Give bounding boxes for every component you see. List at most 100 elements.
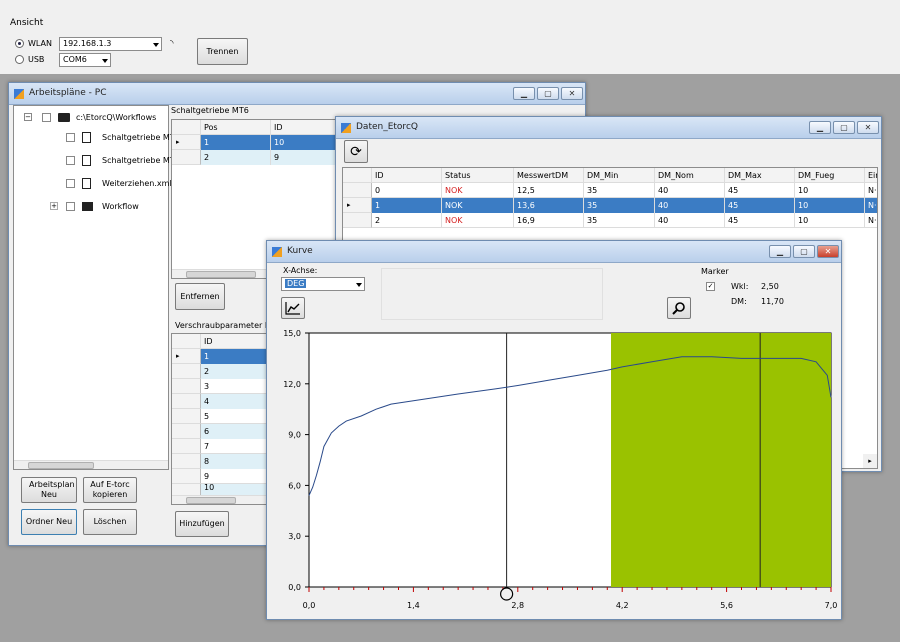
table-row[interactable]: 9 bbox=[172, 469, 280, 484]
minimize-button[interactable]: ▁ bbox=[809, 121, 831, 134]
x-tick-label: 1,4 bbox=[407, 601, 420, 610]
y-tick-label: 15,0 bbox=[283, 329, 301, 338]
table-row[interactable]: 4 bbox=[172, 394, 280, 409]
expand-icon[interactable]: + bbox=[50, 202, 58, 210]
y-tick-label: 3,0 bbox=[288, 532, 301, 541]
wlan-ip-combo[interactable]: 192.168.1.3 bbox=[59, 37, 162, 51]
usb-radio[interactable] bbox=[15, 55, 24, 64]
marker-label: Marker bbox=[701, 267, 729, 276]
y-tick-label: 12,0 bbox=[283, 380, 301, 389]
tree-root-label[interactable]: c:\EtorcQ\Workflows bbox=[76, 113, 156, 122]
root-checkbox[interactable] bbox=[42, 113, 51, 122]
grid-header: ID Status MesswertDM DM_Min DM_Nom DM_Ma… bbox=[343, 168, 877, 183]
column-header[interactable]: Pos bbox=[201, 120, 271, 135]
menu-ansicht[interactable]: Ansicht bbox=[10, 18, 43, 28]
column-header[interactable]: DM_Nom bbox=[655, 168, 725, 183]
scroll-right-icon[interactable]: ▸ bbox=[863, 454, 877, 468]
delete-button[interactable]: Löschen bbox=[83, 509, 137, 535]
column-header[interactable]: ID bbox=[372, 168, 442, 183]
close-button[interactable]: ✕ bbox=[817, 245, 839, 258]
y-tick-label: 9,0 bbox=[288, 431, 301, 440]
cell-id[interactable]: 9 bbox=[271, 150, 340, 165]
y-tick-label: 0,0 bbox=[288, 583, 301, 592]
table-row[interactable]: 5 bbox=[172, 409, 280, 424]
x-tick-label: 4,2 bbox=[616, 601, 629, 610]
folder-icon bbox=[82, 202, 93, 211]
wifi-icon: ◝ bbox=[170, 39, 174, 49]
table-row[interactable]: 7 bbox=[172, 439, 280, 454]
minimize-button[interactable]: ▁ bbox=[769, 245, 791, 258]
grid-hscroll[interactable] bbox=[172, 495, 280, 504]
column-header[interactable]: ID bbox=[271, 120, 340, 135]
column-header[interactable]: Ein bbox=[865, 168, 877, 183]
minimize-button[interactable]: ▁ bbox=[513, 87, 535, 100]
x-tick-label: 0,0 bbox=[303, 601, 316, 610]
window-title: Kurve bbox=[287, 246, 313, 256]
usb-port-combo[interactable]: COM6 bbox=[59, 53, 111, 67]
tree-item-workflow[interactable]: Workflow bbox=[102, 202, 139, 211]
table-row[interactable]: 6 bbox=[172, 424, 280, 439]
maximize-button[interactable]: ▢ bbox=[793, 245, 815, 258]
params-grid: ID ▸ 1 2 3 4 5 6 7 8 9 10 bbox=[171, 333, 281, 505]
marker-checkbox[interactable]: ✓ bbox=[706, 282, 715, 291]
table-row[interactable]: 3 bbox=[172, 379, 280, 394]
table-row[interactable]: 2 9 bbox=[172, 150, 340, 165]
cell-pos[interactable]: 1 bbox=[201, 135, 271, 150]
workflow-tree: − c:\EtorcQ\Workflows Schaltgetriebe MT6… bbox=[13, 105, 180, 470]
wkl-value: 2,50 bbox=[761, 282, 779, 291]
column-header[interactable]: MesswertDM bbox=[514, 168, 584, 183]
tree-item-weiterziehen[interactable]: Weiterziehen.xml bbox=[102, 179, 172, 188]
app-icon bbox=[14, 89, 24, 99]
column-header[interactable]: Status bbox=[442, 168, 514, 183]
remove-button[interactable]: Entfernen bbox=[175, 283, 225, 310]
cell-pos[interactable]: 2 bbox=[201, 150, 271, 165]
table-row[interactable]: 2 bbox=[172, 364, 280, 379]
wkl-label: Wkl: bbox=[731, 282, 749, 291]
add-button[interactable]: Hinzufügen bbox=[175, 511, 229, 537]
x-tick-label: 2,8 bbox=[511, 601, 524, 610]
column-header[interactable]: DM_Fueg bbox=[795, 168, 865, 183]
highlight-band bbox=[611, 333, 831, 587]
close-button[interactable]: ✕ bbox=[857, 121, 879, 134]
tree-checkbox-1[interactable] bbox=[66, 133, 75, 142]
x-tick-label: 7,0 bbox=[825, 601, 837, 610]
table-row[interactable]: 0 NOK 12,5 35 40 45 10 N·m bbox=[343, 183, 877, 198]
disconnect-button[interactable]: Trennen bbox=[197, 38, 248, 65]
table-row[interactable]: 8 bbox=[172, 454, 280, 469]
maximize-button[interactable]: ▢ bbox=[833, 121, 855, 134]
file-icon bbox=[82, 178, 91, 189]
daten-titlebar[interactable]: Daten_EtorcQ ▁ ▢ ✕ bbox=[336, 117, 881, 139]
table-row[interactable]: ▸ 1 NOK 13,6 35 40 45 10 N·m bbox=[343, 198, 877, 213]
wlan-radio[interactable] bbox=[15, 39, 24, 48]
close-button[interactable]: ✕ bbox=[561, 87, 583, 100]
group-label: Schaltgetriebe MT6 bbox=[171, 106, 249, 115]
x-tick-label: 5,6 bbox=[720, 601, 733, 610]
tree-checkbox-3[interactable] bbox=[66, 179, 75, 188]
new-plan-button[interactable]: Arbeitsplan Neu bbox=[21, 477, 77, 503]
column-header[interactable]: DM_Min bbox=[584, 168, 655, 183]
curve-chart[interactable]: 0,0 3,0 6,0 9,0 12,0 15,0 0,0 1,4 2,8 4,2 5,6 7,0 bbox=[271, 323, 837, 615]
maximize-button[interactable]: ▢ bbox=[537, 87, 559, 100]
magnifier-icon[interactable] bbox=[667, 297, 691, 319]
tree-item-mt6[interactable]: Schaltgetriebe MT6 bbox=[102, 133, 180, 142]
tree-item-mt8[interactable]: Schaltgetriebe MT8 bbox=[102, 156, 180, 165]
table-row[interactable]: 2 NOK 16,9 35 40 45 10 N·m bbox=[343, 213, 877, 228]
app-icon bbox=[341, 123, 351, 133]
refresh-icon[interactable]: ⟳ bbox=[344, 140, 368, 163]
tree-checkbox-2[interactable] bbox=[66, 156, 75, 165]
cell-id[interactable]: 10 bbox=[271, 135, 340, 150]
collapse-icon[interactable]: − bbox=[24, 113, 32, 121]
arbeitsplaene-titlebar[interactable]: Arbeitspläne - PC ▁ ▢ ✕ bbox=[9, 83, 585, 105]
tree-hscroll[interactable] bbox=[14, 460, 168, 469]
copy-to-etorc-button[interactable]: Auf E-torc kopieren bbox=[83, 477, 137, 503]
table-row[interactable]: ▸ 1 10 bbox=[172, 135, 340, 150]
xaxis-combo[interactable]: DEG bbox=[281, 277, 365, 291]
tree-checkbox-4[interactable] bbox=[66, 202, 75, 211]
column-header[interactable]: DM_Max bbox=[725, 168, 795, 183]
new-folder-button[interactable]: Ordner Neu bbox=[21, 509, 77, 535]
kurve-titlebar[interactable]: Kurve ▁ ▢ ✕ bbox=[267, 241, 841, 263]
line-chart-icon[interactable] bbox=[281, 297, 305, 319]
table-row[interactable]: ▸ 1 bbox=[172, 349, 280, 364]
dm-value: 11,70 bbox=[761, 297, 784, 306]
y-tick-label: 6,0 bbox=[288, 481, 301, 490]
